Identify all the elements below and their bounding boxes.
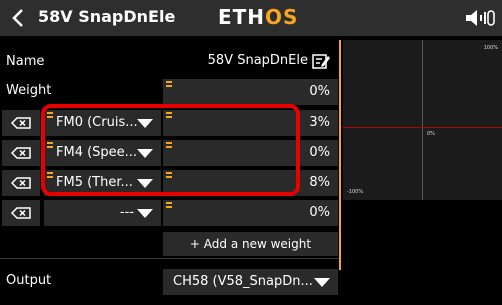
weight-source-dropdown[interactable]: FM5 (Ther... [44, 170, 161, 196]
weight-entry-value: 3% [309, 115, 330, 130]
weight-entry-value-field[interactable]: 0% [163, 200, 338, 226]
top-bar: 58V SnapDnEle ETHOS [0, 0, 502, 36]
weight-label: Weight [6, 83, 52, 98]
delete-button[interactable] [2, 200, 40, 226]
weight-value-field[interactable]: 0% [163, 79, 338, 105]
weight-source-dropdown[interactable]: FM4 (Spee... [44, 140, 161, 166]
separator [0, 258, 340, 259]
graph-top-label: 100% [483, 45, 498, 51]
delete-icon [11, 117, 31, 129]
delete-button[interactable] [2, 140, 40, 166]
marker-icon [166, 202, 172, 210]
weight-entry-row: --- 0% [0, 198, 340, 228]
weight-source-value: FM5 (Ther... [56, 175, 133, 190]
weight-row: Weight 0% [0, 77, 340, 107]
volume-button[interactable] [463, 8, 497, 28]
marker-icon [166, 112, 172, 120]
scroll-indicator[interactable] [339, 40, 341, 270]
weight-entry-row: FM4 (Spee... 0% [0, 138, 340, 168]
page-title: 58V SnapDnEle [38, 7, 176, 26]
weight-entry-value-field[interactable]: 3% [163, 110, 338, 136]
caret-down-icon [137, 119, 153, 128]
weight-entry-value-field[interactable]: 0% [163, 140, 338, 166]
output-value: CH58 (V58_SnapDn... [173, 274, 313, 289]
caret-down-icon [314, 278, 330, 287]
marker-icon [166, 142, 172, 150]
output-graph: 100% 0% -100% [343, 40, 502, 200]
weight-source-value: FM4 (Spee... [56, 145, 138, 160]
add-weight-button[interactable]: + Add a new weight [163, 232, 338, 256]
speaker-icon [466, 10, 495, 26]
weight-entry-value: 0% [309, 145, 330, 160]
delete-button[interactable] [2, 110, 40, 136]
caret-down-icon [137, 209, 153, 218]
weight-entry-row: FM5 (Ther... 8% [0, 168, 340, 198]
graph-bottom-label: -100% [347, 189, 364, 195]
delete-button[interactable] [2, 170, 40, 196]
weight-value: 0% [309, 84, 330, 99]
name-row: Name 58V SnapDnEle [0, 48, 340, 78]
delete-icon [11, 207, 31, 219]
marker-icon [166, 81, 172, 89]
name-field[interactable]: 58V SnapDnEle [163, 48, 338, 74]
delete-icon [11, 147, 31, 159]
chevron-left-icon [12, 9, 23, 27]
marker-icon [166, 172, 172, 180]
output-dropdown[interactable]: CH58 (V58_SnapDn... [163, 269, 338, 295]
caret-down-icon [137, 179, 153, 188]
graph-output-line [343, 127, 502, 128]
weight-entry-value: 8% [309, 175, 330, 190]
caret-down-icon [137, 149, 153, 158]
name-label: Name [6, 54, 45, 69]
delete-icon [11, 177, 31, 189]
output-label: Output [6, 273, 52, 288]
graph-center-axis [422, 40, 423, 200]
weight-source-value: --- [119, 205, 134, 220]
marker-icon [47, 112, 53, 120]
name-value: 58V SnapDnEle [207, 53, 308, 68]
ethos-logo: ETHOS [218, 5, 299, 29]
back-button[interactable] [4, 5, 32, 31]
marker-icon [47, 142, 53, 150]
weight-entry-row: FM0 (Cruis... 3% [0, 108, 340, 138]
weight-source-dropdown[interactable]: FM0 (Cruis... [44, 110, 161, 136]
weight-source-value: FM0 (Cruis... [56, 115, 138, 130]
edit-icon[interactable] [312, 53, 330, 69]
weight-source-dropdown[interactable]: --- [44, 200, 161, 226]
marker-icon [47, 172, 53, 180]
weight-entry-value-field[interactable]: 8% [163, 170, 338, 196]
weight-entry-value: 0% [309, 205, 330, 220]
graph-center-label: 0% [427, 131, 435, 137]
